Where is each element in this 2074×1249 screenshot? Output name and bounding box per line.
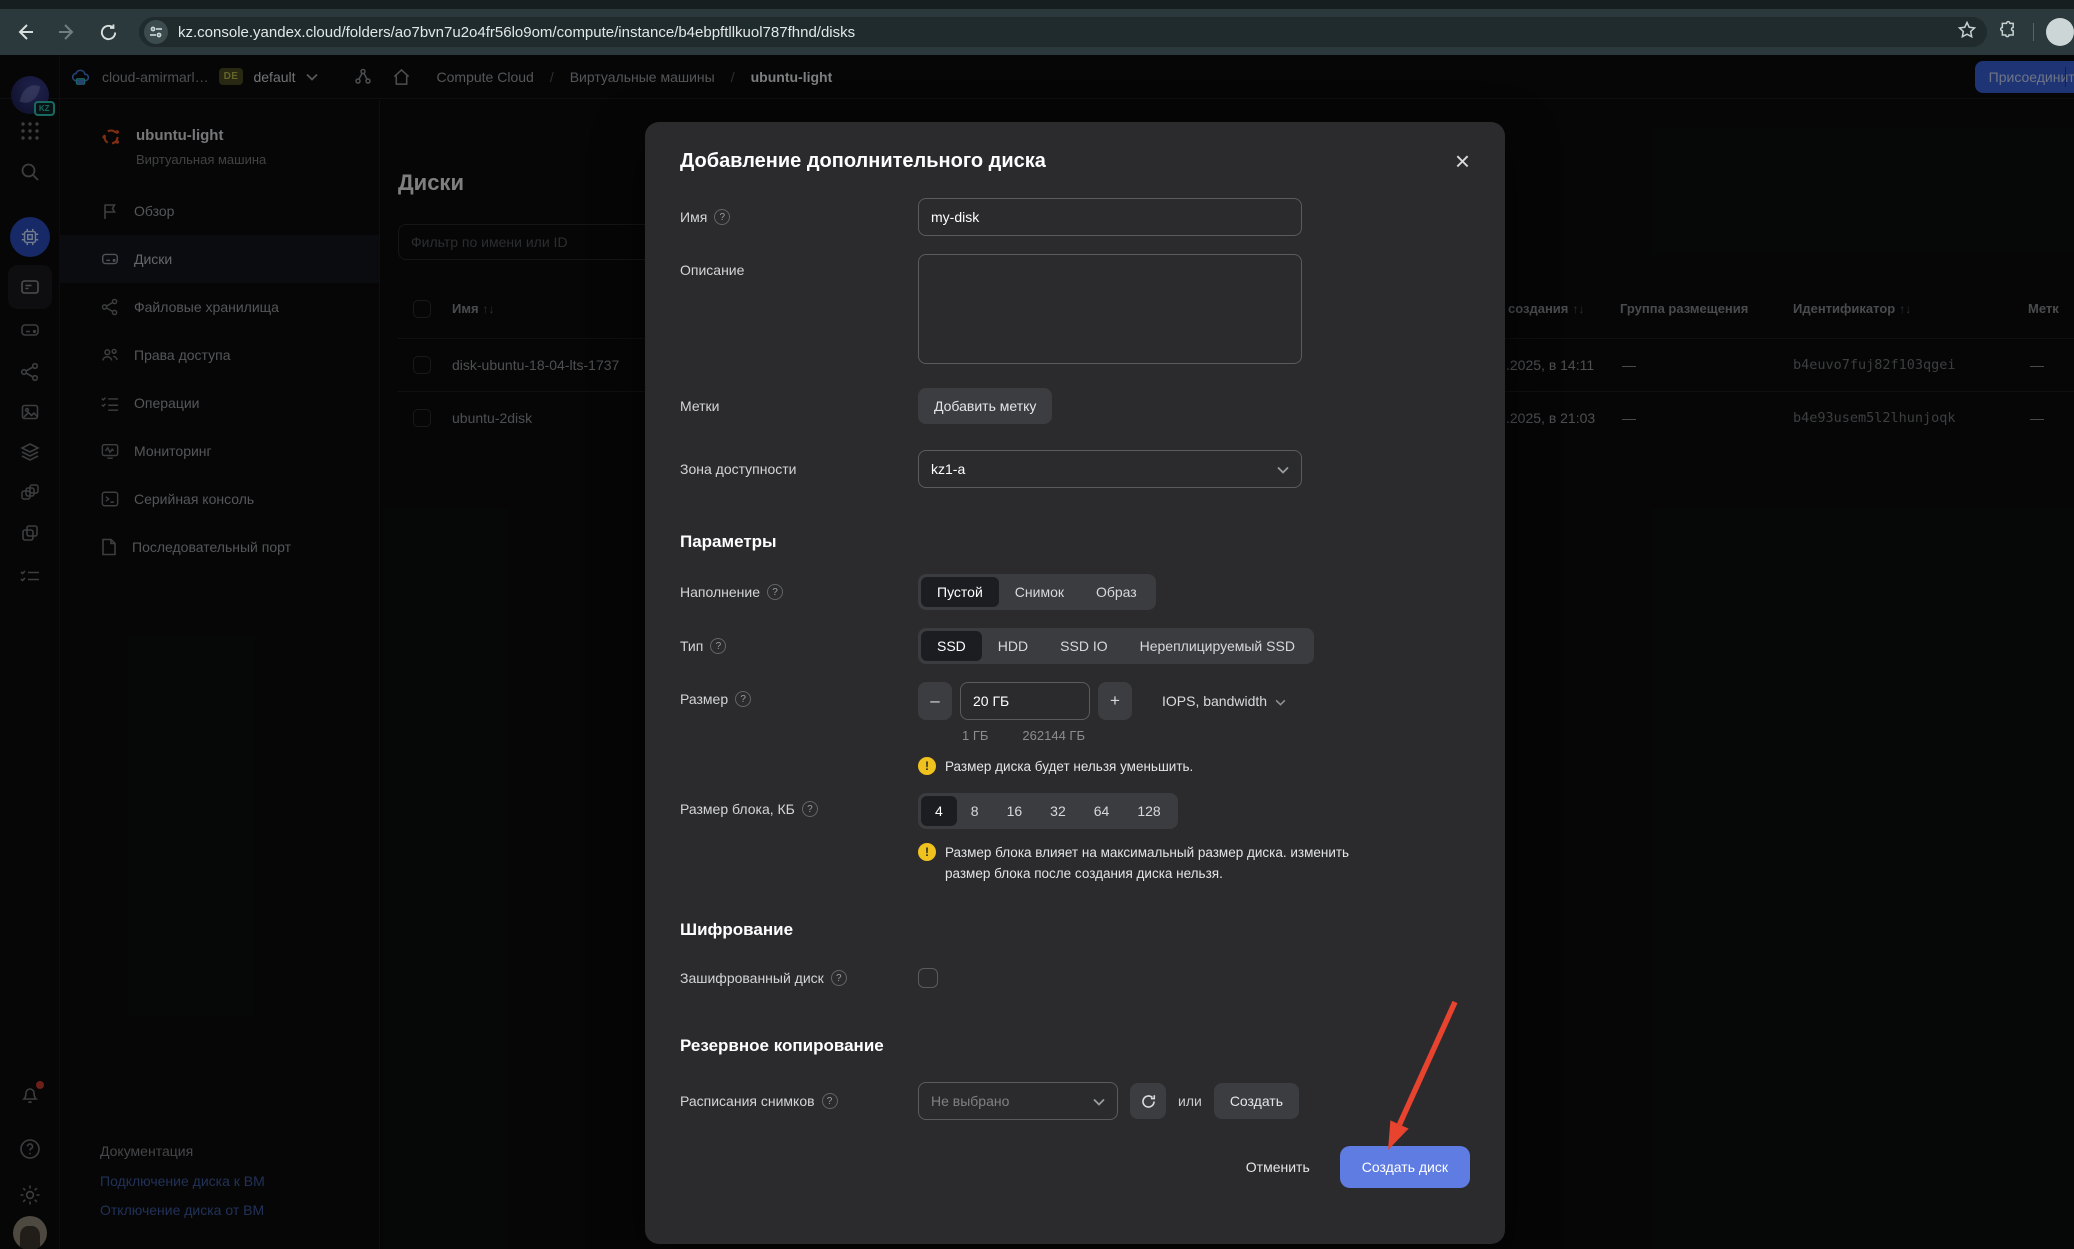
block-size-segmented: 4 8 16 32 64 128 xyxy=(918,793,1178,829)
warning-icon: ! xyxy=(918,843,936,861)
snapshot-schedules-label: Расписания снимков? xyxy=(680,1093,918,1109)
size-warning: ! Размер диска будет нельзя уменьшить. xyxy=(918,756,1286,777)
block-size-label: Размер блока, КБ? xyxy=(680,801,918,817)
browser-profile-avatar[interactable] xyxy=(2046,18,2074,46)
name-label: Имя? xyxy=(680,209,918,225)
help-circle-icon[interactable]: ? xyxy=(714,209,730,225)
block-option-8[interactable]: 8 xyxy=(957,796,993,826)
help-circle-icon[interactable]: ? xyxy=(831,970,847,986)
type-option-hdd[interactable]: HDD xyxy=(982,631,1044,661)
close-icon[interactable]: × xyxy=(1455,148,1470,174)
chrome-separator xyxy=(2033,23,2034,41)
encryption-section-title: Шифрование xyxy=(680,920,1470,940)
create-schedule-button[interactable]: Создать xyxy=(1214,1083,1299,1119)
add-label-button[interactable]: Добавить метку xyxy=(918,388,1052,424)
block-size-warning: ! Размер блока влияет на максимальный ра… xyxy=(918,842,1388,884)
block-option-4[interactable]: 4 xyxy=(921,796,957,826)
site-info-icon[interactable] xyxy=(144,20,168,44)
size-input[interactable] xyxy=(960,682,1090,720)
name-input[interactable] xyxy=(918,198,1302,236)
or-text: или xyxy=(1178,1093,1202,1109)
backup-section-title: Резервное копирование xyxy=(680,1036,1470,1056)
size-increase-button[interactable]: + xyxy=(1098,682,1132,720)
modal-title: Добавление дополнительного диска xyxy=(680,150,1046,173)
type-option-ssd-io[interactable]: SSD IO xyxy=(1044,631,1123,661)
type-label: Тип? xyxy=(680,638,918,654)
params-section-title: Параметры xyxy=(680,532,1470,552)
url-bar[interactable]: kz.console.yandex.cloud/folders/ao7bvn7u… xyxy=(139,17,1987,47)
create-disk-button[interactable]: Создать диск xyxy=(1340,1146,1470,1188)
url-text[interactable]: kz.console.yandex.cloud/folders/ao7bvn7u… xyxy=(178,24,1957,41)
block-option-32[interactable]: 32 xyxy=(1036,796,1080,826)
console-app: KZ cloud-amirmarl… DE default Compute Cl… xyxy=(0,55,2074,1249)
chevron-down-icon xyxy=(1277,461,1289,477)
browser-toolbar: kz.console.yandex.cloud/folders/ao7bvn7u… xyxy=(0,9,2074,55)
chevron-down-icon xyxy=(1275,693,1286,709)
reload-icon[interactable] xyxy=(91,15,125,49)
extensions-icon[interactable] xyxy=(1999,20,2019,45)
block-option-16[interactable]: 16 xyxy=(993,796,1037,826)
help-circle-icon[interactable]: ? xyxy=(710,638,726,654)
schedule-placeholder: Не выбрано xyxy=(931,1093,1009,1109)
zone-select[interactable]: kz1-a xyxy=(918,450,1302,488)
schedule-select[interactable]: Не выбрано xyxy=(918,1082,1118,1120)
warning-icon: ! xyxy=(918,757,936,775)
chevron-down-icon xyxy=(1093,1093,1105,1109)
iops-link[interactable]: IOPS, bandwidth xyxy=(1162,693,1286,709)
size-max: 262144 ГБ xyxy=(1022,728,1085,743)
zone-label: Зона доступности xyxy=(680,461,918,477)
description-input[interactable] xyxy=(918,254,1302,364)
labels-label: Метки xyxy=(680,398,918,414)
size-label: Размер? xyxy=(680,691,918,707)
help-circle-icon[interactable]: ? xyxy=(767,584,783,600)
fill-segmented: Пустой Снимок Образ xyxy=(918,574,1156,610)
size-min: 1 ГБ xyxy=(962,728,988,743)
block-option-128[interactable]: 128 xyxy=(1123,796,1174,826)
help-circle-icon[interactable]: ? xyxy=(802,801,818,817)
size-decrease-button[interactable]: – xyxy=(918,682,952,720)
bookmark-star-icon[interactable] xyxy=(1957,20,1977,45)
fill-label: Наполнение? xyxy=(680,584,918,600)
browser-frame xyxy=(0,0,2074,9)
type-option-nonreplicated[interactable]: Нереплицируемый SSD xyxy=(1124,631,1311,661)
type-option-ssd[interactable]: SSD xyxy=(921,631,982,661)
fill-option-empty[interactable]: Пустой xyxy=(921,577,999,607)
help-circle-icon[interactable]: ? xyxy=(822,1093,838,1109)
fill-option-image[interactable]: Образ xyxy=(1080,577,1153,607)
type-segmented: SSD HDD SSD IO Нереплицируемый SSD xyxy=(918,628,1314,664)
forward-icon[interactable] xyxy=(50,15,84,49)
block-option-64[interactable]: 64 xyxy=(1080,796,1124,826)
add-disk-modal: Добавление дополнительного диска × Имя? … xyxy=(645,122,1505,1244)
description-label: Описание xyxy=(680,262,918,278)
back-icon[interactable] xyxy=(8,15,42,49)
refresh-icon[interactable] xyxy=(1130,1083,1166,1119)
encrypted-disk-label: Зашифрованный диск? xyxy=(680,970,918,986)
zone-value: kz1-a xyxy=(931,461,965,477)
fill-option-snapshot[interactable]: Снимок xyxy=(999,577,1080,607)
encrypted-disk-checkbox[interactable] xyxy=(918,968,938,988)
help-circle-icon[interactable]: ? xyxy=(735,691,751,707)
screen: kz.console.yandex.cloud/folders/ao7bvn7u… xyxy=(0,0,2074,1249)
cancel-button[interactable]: Отменить xyxy=(1246,1159,1310,1175)
